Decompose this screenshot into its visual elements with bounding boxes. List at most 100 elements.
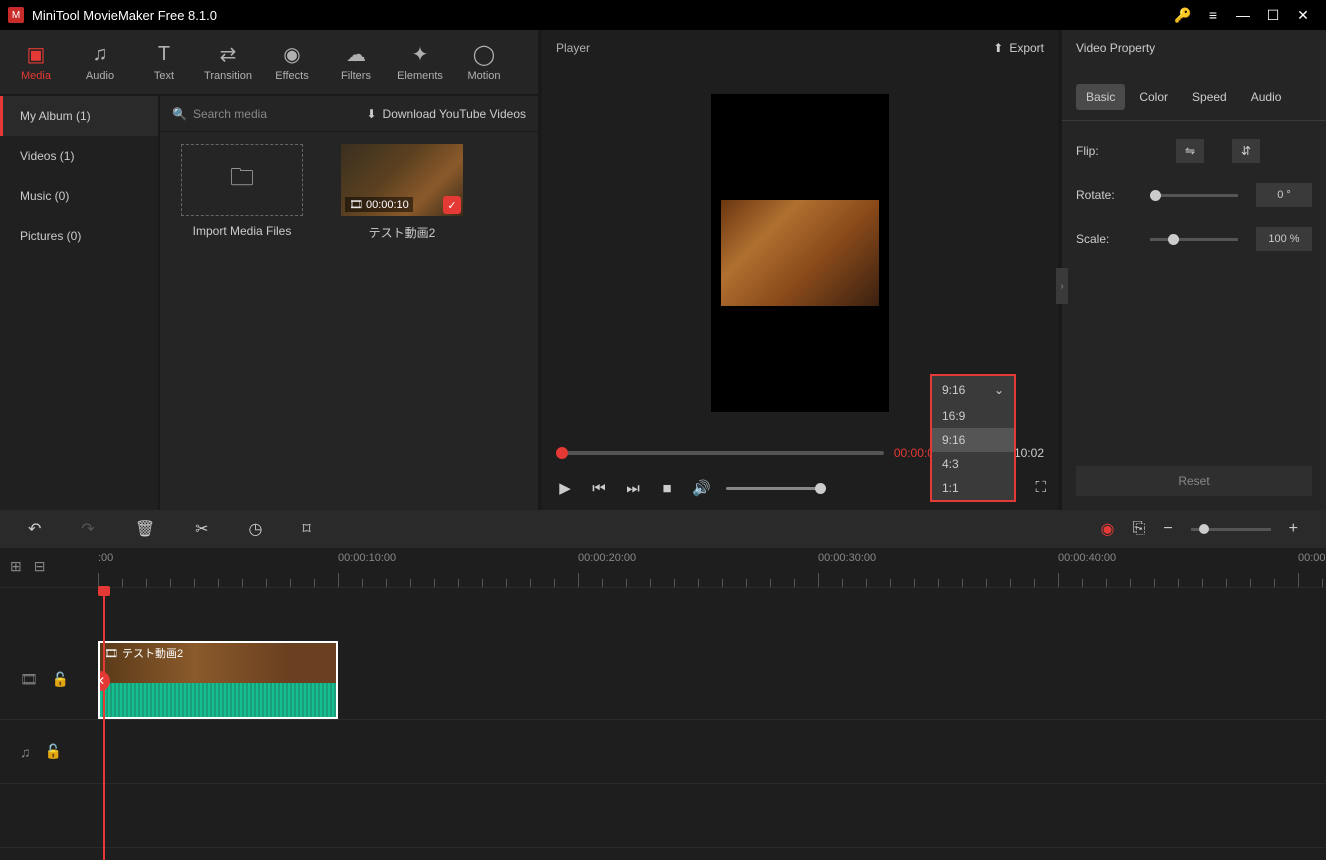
filters-icon: ☁ xyxy=(346,42,366,66)
titlebar: M MiniTool MovieMaker Free 8.1.0 🔑 ≡ — ☐… xyxy=(0,0,1326,30)
ruler-label: 00:00:30:00 xyxy=(818,552,876,564)
collapse-track-icon[interactable]: ⊟ xyxy=(34,558,46,575)
extra-track[interactable] xyxy=(0,784,1326,848)
stop-button[interactable]: ■ xyxy=(658,480,676,497)
video-track[interactable]: 🎞 🔓 🎞テスト動画2 ✕ xyxy=(0,640,1326,720)
search-icon: 🔍 xyxy=(172,107,187,121)
media-clip[interactable]: 🎞00:00:10 ✓ テスト動画2 xyxy=(332,144,472,241)
crop-button[interactable]: ⌑ xyxy=(303,519,311,539)
audio-waveform xyxy=(100,683,336,719)
sidebar-item-pictures[interactable]: Pictures (0) xyxy=(0,216,158,256)
next-button[interactable]: ⏭ xyxy=(624,480,642,497)
tab-audio[interactable]: ♫Audio xyxy=(68,30,132,94)
aspect-option-16-9[interactable]: 16:9 xyxy=(932,404,1014,428)
chevron-down-icon: ⌄ xyxy=(994,383,1004,397)
delete-button[interactable]: 🗑 xyxy=(135,519,155,539)
fullscreen-button[interactable]: ⛶ xyxy=(1035,479,1046,496)
tab-text[interactable]: TText xyxy=(132,30,196,94)
timeline-clip[interactable]: 🎞テスト動画2 ✕ xyxy=(98,641,338,719)
tab-filters[interactable]: ☁Filters xyxy=(324,30,388,94)
player-title: Player xyxy=(556,41,590,55)
prop-tab-speed[interactable]: Speed xyxy=(1182,84,1237,110)
tab-effects[interactable]: ◉Effects xyxy=(260,30,324,94)
marker-button[interactable]: ◉ xyxy=(1101,519,1115,539)
aspect-option-9-16[interactable]: 9:16 xyxy=(932,428,1014,452)
prop-tab-basic[interactable]: Basic xyxy=(1076,84,1125,110)
expand-handle[interactable]: › xyxy=(1056,268,1068,304)
download-youtube-link[interactable]: ⬇Download YouTube Videos xyxy=(366,107,526,121)
sidebar-item-music[interactable]: Music (0) xyxy=(0,176,158,216)
lock-icon[interactable]: 🔓 xyxy=(45,743,62,760)
tab-elements[interactable]: ✦Elements xyxy=(388,30,452,94)
zoom-slider[interactable] xyxy=(1191,528,1271,531)
volume-icon[interactable]: 🔊 xyxy=(692,479,710,497)
redo-button[interactable]: ↷ xyxy=(81,519,94,539)
text-icon: T xyxy=(158,42,170,66)
sidebar-item-myalbum[interactable]: My Album (1) xyxy=(0,96,158,136)
flip-label: Flip: xyxy=(1076,144,1132,158)
scrub-slider[interactable] xyxy=(556,451,884,455)
aspect-ratio-dropdown[interactable]: 9:16⌄ 16:9 9:16 4:3 1:1 xyxy=(930,374,1016,502)
ruler-label: 00:00:10:00 xyxy=(338,552,396,564)
sidebar-item-videos[interactable]: Videos (1) xyxy=(0,136,158,176)
flip-vertical-button[interactable]: ⇵ xyxy=(1232,139,1260,163)
split-button[interactable]: ✂ xyxy=(195,519,208,539)
tab-transition[interactable]: ⇄Transition xyxy=(196,30,260,94)
prev-button[interactable]: ⏮ xyxy=(590,480,608,497)
play-button[interactable]: ▶ xyxy=(556,479,574,497)
playhead[interactable] xyxy=(103,588,105,860)
transition-icon: ⇄ xyxy=(220,42,237,66)
preview-image xyxy=(721,200,879,306)
media-area: 🔍Search media ⬇Download YouTube Videos 🗀… xyxy=(160,96,538,510)
zoom-in-button[interactable]: + xyxy=(1289,520,1298,538)
ruler-label: :00 xyxy=(98,552,113,564)
tab-motion[interactable]: ◯Motion xyxy=(452,30,516,94)
key-icon[interactable]: 🔑 xyxy=(1168,0,1198,30)
effects-icon: ◉ xyxy=(283,42,300,66)
zoom-out-button[interactable]: − xyxy=(1163,520,1172,538)
film-icon: 🎞 xyxy=(349,198,363,211)
add-track-icon[interactable]: ⊞ xyxy=(10,558,22,575)
undo-button[interactable]: ↶ xyxy=(28,519,41,539)
clip-thumbnail: 🎞00:00:10 ✓ xyxy=(341,144,463,216)
import-media-button[interactable]: 🗀 Import Media Files xyxy=(172,144,312,241)
player-panel: Player ⬆Export 00:00:00:04 / 00:00:10:02… xyxy=(542,30,1058,510)
video-track-icon: 🎞 xyxy=(20,671,38,688)
menu-icon[interactable]: ≡ xyxy=(1198,0,1228,30)
folder-icon: ▣ xyxy=(27,42,46,66)
scale-label: Scale: xyxy=(1076,232,1132,246)
timeline: ↶ ↷ 🗑 ✂ ◷ ⌑ ◉ ⎘ − + ⊞ ⊟ :00 00:00:10:00 00… xyxy=(0,510,1326,860)
properties-panel: › Video Property Basic Color Speed Audio… xyxy=(1062,30,1326,510)
aspect-option-1-1[interactable]: 1:1 xyxy=(932,476,1014,500)
minimize-button[interactable]: — xyxy=(1228,0,1258,30)
lock-icon[interactable]: 🔓 xyxy=(52,671,69,688)
volume-slider[interactable] xyxy=(726,487,826,490)
maximize-button[interactable]: ☐ xyxy=(1258,0,1288,30)
close-button[interactable]: ✕ xyxy=(1288,0,1318,30)
film-icon: 🎞 xyxy=(104,647,118,660)
rotate-label: Rotate: xyxy=(1076,188,1132,202)
rotate-slider[interactable] xyxy=(1150,194,1238,197)
speed-button[interactable]: ◷ xyxy=(249,519,263,539)
export-icon: ⬆ xyxy=(993,41,1003,55)
prop-tab-audio[interactable]: Audio xyxy=(1241,84,1292,110)
snap-button[interactable]: ⎘ xyxy=(1133,520,1146,538)
flip-horizontal-button[interactable]: ⇋ xyxy=(1176,139,1204,163)
prop-tab-color[interactable]: Color xyxy=(1129,84,1178,110)
elements-icon: ✦ xyxy=(412,42,429,66)
ruler-label: 00:00:40:00 xyxy=(1058,552,1116,564)
aspect-option-4-3[interactable]: 4:3 xyxy=(932,452,1014,476)
timeline-tracks: 🎞 🔓 🎞テスト動画2 ✕ ♫🔓 xyxy=(0,588,1326,860)
tab-media[interactable]: ▣Media xyxy=(4,30,68,94)
app-title: MiniTool MovieMaker Free 8.1.0 xyxy=(32,8,217,23)
timeline-ruler[interactable]: ⊞ ⊟ :0000:00:10:0000:00:20:0000:00:30:00… xyxy=(0,548,1326,588)
scale-slider[interactable] xyxy=(1150,238,1238,241)
export-button[interactable]: ⬆Export xyxy=(993,41,1044,55)
rotate-value[interactable]: 0 ° xyxy=(1256,183,1312,207)
properties-title: Video Property xyxy=(1062,30,1326,66)
music-icon: ♫ xyxy=(93,42,108,66)
reset-button[interactable]: Reset xyxy=(1076,466,1312,496)
audio-track[interactable]: ♫🔓 xyxy=(0,720,1326,784)
search-input[interactable]: 🔍Search media xyxy=(172,107,354,121)
scale-value[interactable]: 100 % xyxy=(1256,227,1312,251)
